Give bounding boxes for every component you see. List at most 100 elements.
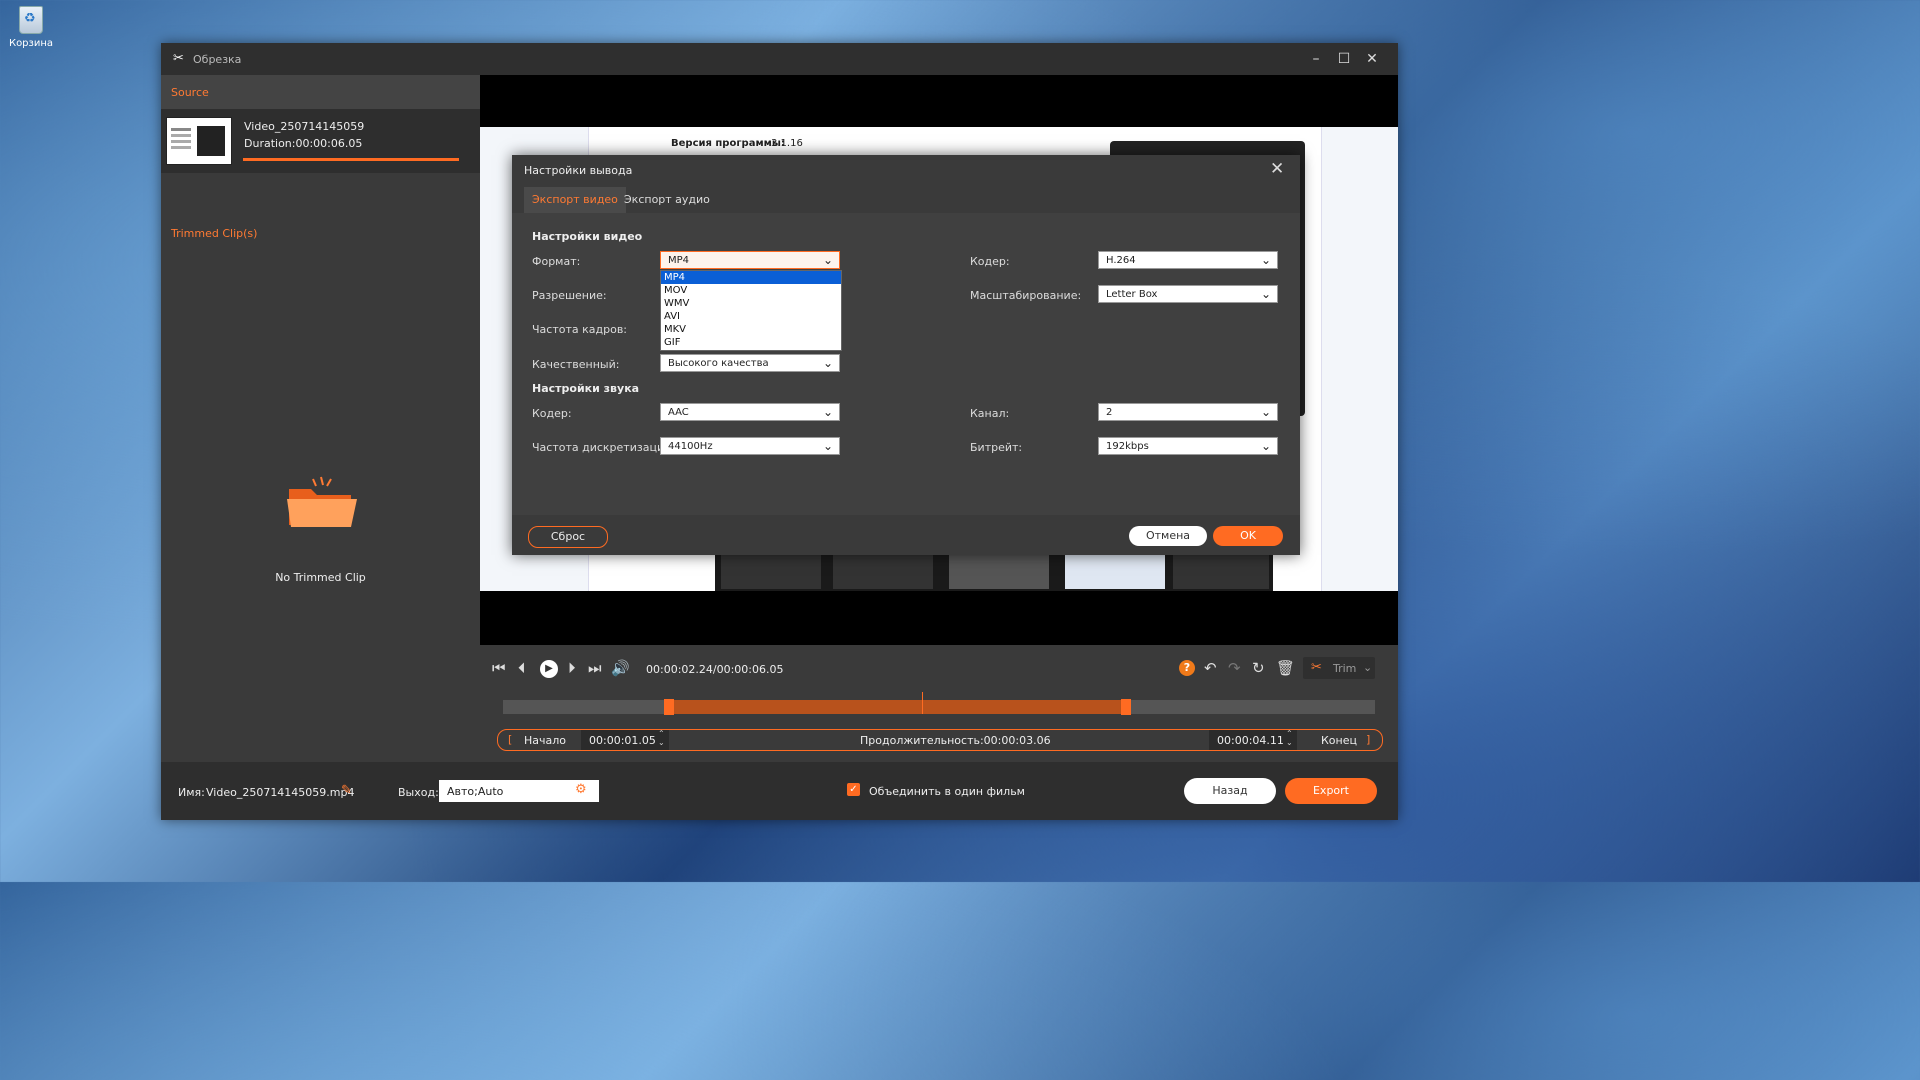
format-option[interactable]: MOV bbox=[661, 284, 841, 297]
start-button[interactable]: Начало bbox=[524, 734, 566, 747]
end-time-field[interactable]: 00:00:04.11 ⌃ ⌄ bbox=[1209, 729, 1297, 750]
chevron-down-icon: ⌄ bbox=[822, 253, 833, 267]
audio-coder-select[interactable]: AAC ⌄ bbox=[660, 403, 840, 421]
trim-end-handle[interactable] bbox=[1121, 699, 1131, 715]
quality-select[interactable]: Высокого качества ⌄ bbox=[660, 354, 840, 372]
folder-icon bbox=[287, 476, 357, 527]
start-time-stepper[interactable]: ⌃ ⌄ bbox=[658, 729, 665, 747]
merge-checkbox[interactable]: ✓ bbox=[847, 783, 860, 796]
quality-value: Высокого качества bbox=[668, 358, 769, 369]
sample-rate-select[interactable]: 44100Hz ⌄ bbox=[660, 437, 840, 455]
back-button[interactable]: Назад bbox=[1184, 778, 1276, 804]
audio-coder-value: AAC bbox=[668, 407, 689, 418]
audio-coder-label: Кодер: bbox=[532, 407, 572, 420]
coder-value: H.264 bbox=[1106, 255, 1136, 266]
edit-name-icon[interactable]: ✎ bbox=[341, 783, 352, 798]
title-bar: ✂ Обрезка – ☐ ✕ bbox=[161, 43, 1398, 75]
format-value: MP4 bbox=[668, 255, 690, 266]
format-option[interactable]: MP4 bbox=[661, 271, 841, 284]
name-value: Video_250714145059.mp4 bbox=[206, 786, 355, 799]
bottom-bar: Имя: Video_250714145059.mp4 ✎ Выход: Авт… bbox=[161, 762, 1398, 820]
timeline-track[interactable] bbox=[503, 692, 1375, 715]
bracket-left-icon: [ bbox=[508, 733, 513, 746]
chevron-down-icon: ⌄ bbox=[1260, 287, 1271, 301]
trim-start-handle[interactable] bbox=[664, 699, 674, 715]
bitrate-value: 192kbps bbox=[1106, 441, 1149, 452]
channel-label: Канал: bbox=[970, 407, 1010, 420]
chevron-down-icon: ⌄ bbox=[822, 405, 833, 419]
scissors-icon: ✂ bbox=[173, 51, 184, 66]
chevron-down-icon[interactable]: ⌄ bbox=[1363, 661, 1372, 674]
bitrate-select[interactable]: 192kbps ⌄ bbox=[1098, 437, 1278, 455]
window-title: Обрезка bbox=[193, 53, 242, 66]
output-value: Авто;Auto bbox=[447, 785, 504, 798]
format-select[interactable]: MP4 ⌄ bbox=[660, 251, 840, 269]
scaling-value: Letter Box bbox=[1106, 289, 1158, 300]
prev-frame-icon[interactable]: ⏴ bbox=[518, 659, 526, 677]
minimize-button[interactable]: – bbox=[1303, 48, 1329, 70]
export-button[interactable]: Export bbox=[1285, 778, 1377, 804]
format-option[interactable]: GIF bbox=[661, 336, 841, 349]
tab-export-video[interactable]: Экспорт видео bbox=[524, 187, 626, 213]
cancel-button[interactable]: Отмена bbox=[1129, 526, 1207, 546]
start-time-value: 00:00:01.05 bbox=[589, 734, 656, 747]
skip-start-icon[interactable]: ⏮ bbox=[492, 659, 506, 677]
source-tab[interactable]: Source bbox=[161, 75, 480, 109]
version-value: 3.1.16 bbox=[771, 138, 803, 149]
coder-label: Кодер: bbox=[970, 255, 1010, 268]
merge-label: Объединить в один фильм bbox=[869, 785, 1025, 798]
recycle-bin[interactable]: Корзина bbox=[6, 6, 56, 49]
recycle-bin-icon bbox=[19, 6, 43, 34]
name-label: Имя: bbox=[178, 786, 205, 799]
end-button[interactable]: Конец bbox=[1321, 734, 1357, 747]
playhead[interactable] bbox=[922, 692, 923, 714]
recycle-bin-label: Корзина bbox=[8, 38, 54, 49]
trimmed-header: Trimmed Clip(s) bbox=[171, 227, 258, 240]
delete-icon[interactable]: 🗑 bbox=[1276, 659, 1295, 677]
output-label: Выход: bbox=[398, 786, 439, 799]
resolution-label: Разрешение: bbox=[532, 289, 607, 302]
close-button[interactable]: ✕ bbox=[1359, 48, 1385, 70]
dialog-title: Настройки вывода bbox=[524, 164, 633, 177]
trim-button[interactable]: ✂ Trim ⌄ bbox=[1303, 657, 1375, 679]
dialog-close-icon[interactable]: ✕ bbox=[1270, 159, 1284, 179]
next-frame-icon[interactable]: ⏵ bbox=[568, 659, 576, 677]
help-icon[interactable]: ? bbox=[1179, 660, 1195, 676]
format-option[interactable]: WMV bbox=[661, 297, 841, 310]
reset-button[interactable]: Сброс bbox=[528, 526, 608, 548]
format-option[interactable]: AVI bbox=[661, 310, 841, 323]
time-display: 00:00:02.24/00:00:06.05 bbox=[646, 663, 784, 676]
video-section-title: Настройки видео bbox=[532, 230, 643, 243]
skip-end-icon[interactable]: ⏭ bbox=[588, 659, 602, 677]
output-field[interactable]: Авто;Auto ⚙ bbox=[439, 780, 599, 802]
trim-time-bar: [ Начало 00:00:01.05 ⌃ ⌄ Продолжительност… bbox=[497, 729, 1383, 751]
channel-value: 2 bbox=[1106, 407, 1113, 418]
volume-icon[interactable]: 🔊 bbox=[611, 659, 630, 677]
coder-select[interactable]: H.264 ⌄ bbox=[1098, 251, 1278, 269]
scissors-icon: ✂ bbox=[1311, 660, 1322, 675]
bitrate-label: Битрейт: bbox=[970, 441, 1023, 454]
chevron-down-icon: ⌄ bbox=[822, 356, 833, 370]
undo-icon[interactable]: ↶ bbox=[1204, 659, 1217, 677]
channel-select[interactable]: 2 ⌄ bbox=[1098, 403, 1278, 421]
redo-icon[interactable]: ↷ bbox=[1228, 659, 1241, 677]
scaling-label: Масштабирование: bbox=[970, 289, 1082, 302]
audio-section-title: Настройки звука bbox=[532, 382, 640, 395]
format-dropdown: MP4 MOV WMV AVI MKV GIF bbox=[660, 270, 842, 351]
settings-gear-icon[interactable]: ⚙ bbox=[575, 782, 587, 797]
end-time-stepper[interactable]: ⌃ ⌄ bbox=[1286, 729, 1293, 747]
ok-button[interactable]: OK bbox=[1213, 526, 1283, 546]
tab-export-audio[interactable]: Экспорт аудио bbox=[616, 187, 718, 213]
bracket-right-icon: ] bbox=[1366, 733, 1371, 746]
reset-icon[interactable]: ↻ bbox=[1252, 659, 1265, 677]
maximize-button[interactable]: ☐ bbox=[1331, 48, 1357, 70]
start-time-field[interactable]: 00:00:01.05 ⌃ ⌄ bbox=[581, 729, 669, 750]
quality-label: Качественный: bbox=[532, 358, 620, 371]
source-item[interactable]: Video_250714145059 Duration:00:00:06.05 bbox=[161, 109, 480, 173]
duration-text: Продолжительность:00:00:03.06 bbox=[860, 734, 1051, 747]
chevron-down-icon: ⌄ bbox=[1260, 439, 1271, 453]
play-button[interactable]: ▶ bbox=[540, 660, 558, 678]
chevron-down-icon: ⌄ bbox=[822, 439, 833, 453]
scaling-select[interactable]: Letter Box ⌄ bbox=[1098, 285, 1278, 303]
format-option[interactable]: MKV bbox=[661, 323, 841, 336]
